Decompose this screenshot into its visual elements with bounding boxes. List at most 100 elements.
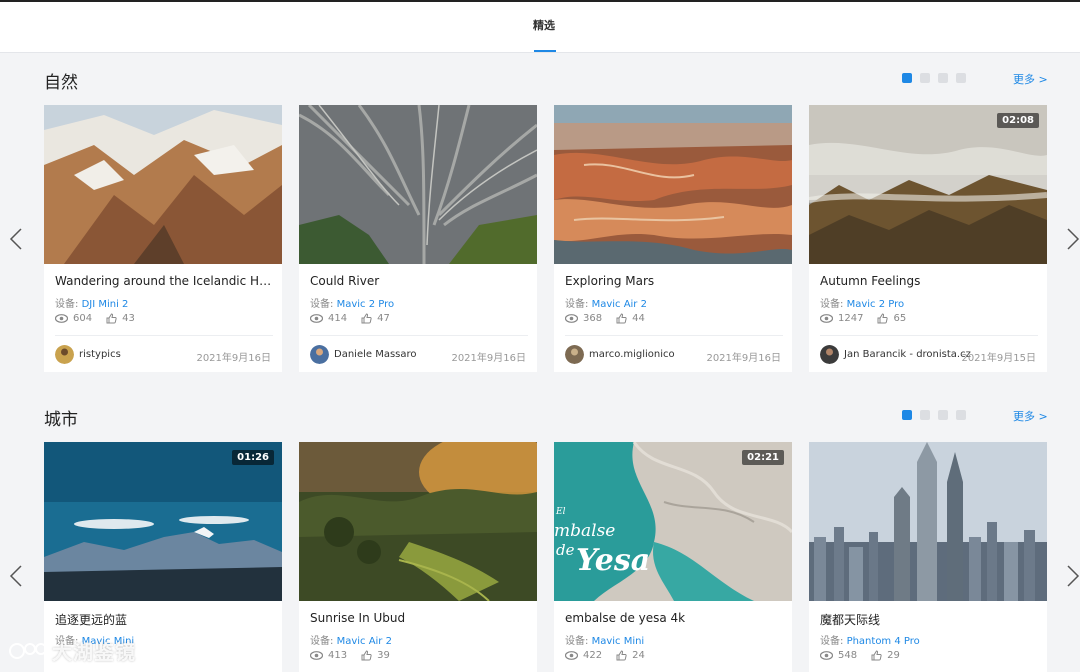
video-duration: 01:26 [232,450,274,465]
device-model-link[interactable]: DJI Mini 2 [82,299,129,310]
like-count: 29 [887,650,900,661]
card-divider [55,335,273,336]
section-title-city: 城市 [44,410,78,430]
tab-active-indicator [534,50,556,52]
avatar[interactable] [565,345,584,364]
video-thumbnail[interactable] [299,105,537,264]
carousel-dot[interactable] [938,73,948,83]
view-count: 368 [583,313,603,324]
video-card[interactable]: Wandering around the Icelandic Hig... 设备… [44,105,282,372]
chevron-right-icon [1067,565,1080,587]
carousel-prev-button[interactable] [9,227,23,251]
video-title[interactable]: Could River [310,274,528,288]
device-model-link[interactable]: Phantom 4 Pro [847,636,920,647]
carousel-dot[interactable] [920,73,930,83]
video-title[interactable]: Wandering around the Icelandic Hig... [55,274,273,288]
device-model-link[interactable]: Mavic 2 Pro [847,299,905,310]
carousel-dots-city [902,410,966,420]
video-card[interactable]: Exploring Mars 设备: Mavic Air 2 368 44 ma… [554,105,792,372]
card-divider [310,335,528,336]
watermark-text: 大湖鉴镜 [52,640,136,664]
video-thumbnail[interactable]: 02:08 [809,105,1047,264]
device-info: 设备: Mavic Mini [565,632,644,647]
author-name: Daniele Massaro [334,349,417,360]
more-link-nature[interactable]: 更多 > [1013,71,1048,87]
author-info[interactable]: marco.miglionico [565,345,675,364]
card-divider [820,335,1038,336]
watermark-logo-icon [9,642,47,659]
video-title[interactable]: 魔都天际线 [820,611,1038,628]
view-count: 413 [328,650,348,661]
video-title[interactable]: embalse de yesa 4k [565,611,783,625]
thumbs-up-icon [877,313,889,324]
thumbs-up-icon [871,650,882,661]
video-thumbnail[interactable] [299,442,537,601]
carousel-next-button[interactable] [1066,227,1080,251]
view-count: 1247 [838,313,864,324]
carousel-dot[interactable] [956,410,966,420]
top-nav: 精选 [0,0,1080,53]
publish-date: 2021年9月16日 [451,353,526,364]
like-count: 39 [377,650,390,661]
carousel-dot[interactable] [956,73,966,83]
chevron-left-icon [9,565,22,587]
eye-icon [310,314,323,323]
publish-date: 2021年9月16日 [196,353,271,364]
avatar[interactable] [820,345,839,364]
author-info[interactable]: Jan Barancik - dronista.cz [820,345,971,364]
video-card[interactable]: El mbalse de Yesa 02:21 embalse de yesa … [554,442,792,672]
video-title[interactable]: 追逐更远的蓝 [55,611,273,628]
overlay-text: Yesa [576,543,650,578]
video-thumbnail[interactable] [554,105,792,264]
video-title[interactable]: Sunrise In Ubud [310,611,528,625]
author-name: ristypics [79,349,121,360]
video-title[interactable]: Autumn Feelings [820,274,1038,288]
more-link-city[interactable]: 更多 > [1013,408,1048,424]
overlay-text: mbalse [554,521,615,541]
publish-date: 2021年9月15日 [961,353,1036,364]
author-info[interactable]: Daniele Massaro [310,345,417,364]
thumbs-up-icon [616,650,627,661]
carousel-prev-button[interactable] [9,564,23,588]
section-title-nature: 自然 [44,73,78,93]
device-model-link[interactable]: Mavic Air 2 [592,299,647,310]
device-label: 设备: [820,299,844,310]
video-card[interactable]: 魔都天际线 设备: Phantom 4 Pro 548 29 [809,442,1047,672]
avatar[interactable] [310,345,329,364]
carousel-dot[interactable] [902,73,912,83]
video-stats: 422 24 [565,650,645,661]
video-duration: 02:08 [997,113,1039,128]
device-model-link[interactable]: Mavic Mini [592,636,645,647]
video-stats: 368 44 [565,313,645,324]
video-card[interactable]: Sunrise In Ubud 设备: Mavic Air 2 413 39 [299,442,537,672]
device-model-link[interactable]: Mavic 2 Pro [337,299,395,310]
like-count: 44 [632,313,645,324]
video-card[interactable]: 02:08 Autumn Feelings 设备: Mavic 2 Pro 12… [809,105,1047,372]
carousel-dot[interactable] [938,410,948,420]
avatar[interactable] [55,345,74,364]
carousel-next-button[interactable] [1066,564,1080,588]
carousel-dot[interactable] [920,410,930,420]
video-thumbnail[interactable]: 01:26 [44,442,282,601]
carousel-dot[interactable] [902,410,912,420]
publish-date: 2021年9月16日 [706,353,781,364]
view-count: 422 [583,650,603,661]
chevron-right-icon [1067,228,1080,250]
like-count: 47 [377,313,390,324]
device-info: 设备: Phantom 4 Pro [820,632,920,647]
video-thumbnail[interactable] [44,105,282,264]
author-info[interactable]: ristypics [55,345,121,364]
device-label: 设备: [310,299,334,310]
tab-featured[interactable]: 精选 [520,2,568,53]
eye-icon [55,314,68,323]
author-name: marco.miglionico [589,349,675,360]
device-label: 设备: [565,299,589,310]
video-thumbnail[interactable] [809,442,1047,601]
author-name: Jan Barancik - dronista.cz [844,349,971,360]
video-title[interactable]: Exploring Mars [565,274,783,288]
eye-icon [310,651,323,660]
video-card[interactable]: Could River 设备: Mavic 2 Pro 414 47 Danie… [299,105,537,372]
device-model-link[interactable]: Mavic Air 2 [337,636,392,647]
video-thumbnail[interactable]: El mbalse de Yesa 02:21 [554,442,792,601]
device-info: 设备: Mavic Air 2 [310,632,392,647]
